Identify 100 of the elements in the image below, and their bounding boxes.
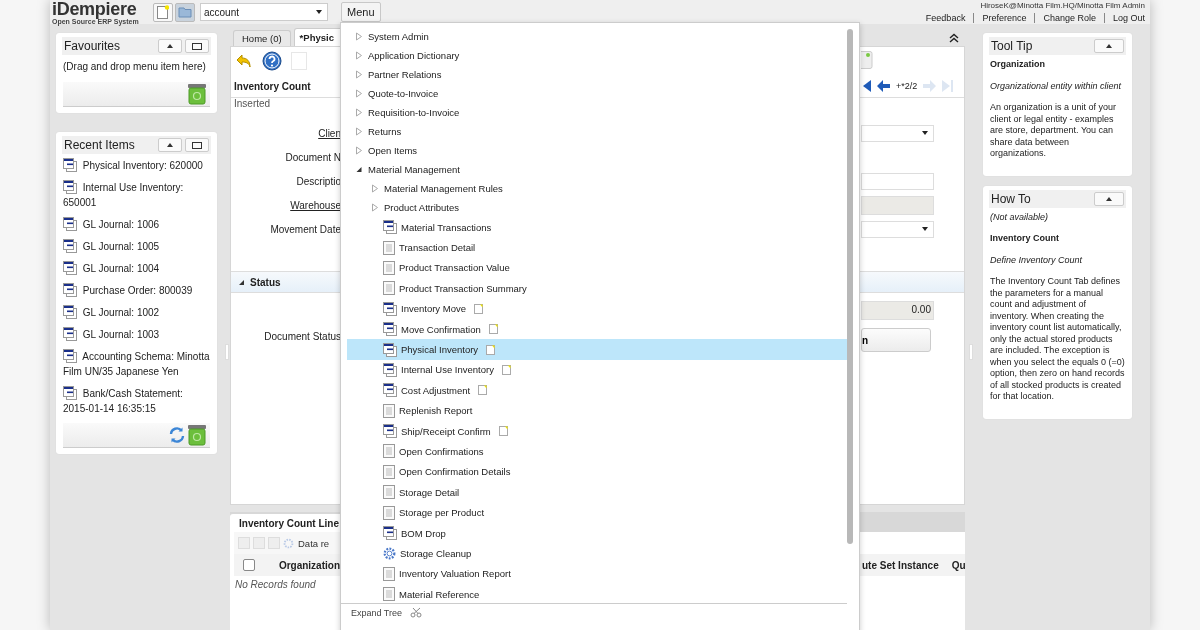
recent-item[interactable]: Bank/Cash Statement: 2015-01-14 16:35:15 <box>63 386 210 416</box>
text-field[interactable] <box>861 172 934 190</box>
expand-caret-icon[interactable] <box>355 146 363 155</box>
menu-item[interactable]: Material Reference <box>347 584 847 605</box>
undo-icon[interactable] <box>235 52 253 70</box>
menu-item[interactable]: Open Items <box>347 141 847 160</box>
previous-record-icon[interactable] <box>877 80 890 92</box>
maximize-button[interactable] <box>185 39 209 53</box>
edit-record-icon[interactable] <box>253 537 265 549</box>
expand-caret-icon[interactable] <box>355 51 363 60</box>
menu-item[interactable]: Physical Inventory <box>347 339 847 360</box>
recent-item[interactable]: Purchase Order: 800039 <box>63 283 210 298</box>
help-icon[interactable] <box>262 51 282 71</box>
header-link[interactable]: Change Role <box>1034 13 1104 23</box>
select-all-checkbox[interactable] <box>243 559 255 571</box>
menu-item[interactable]: Material Management <box>347 160 847 179</box>
gear-icon[interactable] <box>283 537 294 549</box>
expand-caret-icon[interactable] <box>355 32 363 41</box>
action-button[interactable]: n <box>861 328 931 352</box>
recycle-bin-icon[interactable] <box>187 424 207 446</box>
expand-caret-icon[interactable] <box>355 127 363 136</box>
menu-item[interactable]: Storage per Product <box>347 502 847 523</box>
collapse-button[interactable] <box>158 138 182 152</box>
expand-caret-icon[interactable] <box>355 108 363 117</box>
menu-item[interactable]: Replenish Report <box>347 400 847 421</box>
header-link[interactable]: Feedback <box>917 13 974 23</box>
menu-item[interactable]: Inventory Valuation Report <box>347 563 847 585</box>
menu-item[interactable]: Requisition-to-Invoice <box>347 103 847 122</box>
recent-item[interactable]: Internal Use Inventory: 650001 <box>63 180 210 210</box>
new-record-icon[interactable] <box>488 324 498 335</box>
new-record-icon[interactable] <box>473 303 483 314</box>
search-combobox[interactable]: account <box>200 3 328 21</box>
menu-item[interactable]: Storage Detail <box>347 482 847 503</box>
expand-caret-icon[interactable] <box>355 70 363 79</box>
menu-button[interactable]: Menu <box>341 2 381 22</box>
delete-record-icon[interactable] <box>268 537 280 549</box>
menu-item[interactable]: Internal Use Inventory <box>347 359 847 381</box>
collapse-button[interactable] <box>1094 39 1124 53</box>
field-label[interactable]: Clien <box>318 127 341 139</box>
report-icon <box>383 587 395 602</box>
collapse-button[interactable] <box>1094 191 1124 206</box>
open-folder-button[interactable] <box>175 2 195 22</box>
collapse-button[interactable] <box>158 39 182 53</box>
menu-item[interactable]: Ship/Receipt Confirm <box>347 420 847 442</box>
field-label[interactable]: Warehouse <box>290 199 341 211</box>
recent-item[interactable]: GL Journal: 1006 <box>63 217 210 232</box>
maximize-button[interactable] <box>185 138 209 152</box>
new-record-icon[interactable] <box>478 385 488 396</box>
window-icon <box>383 424 397 439</box>
menu-item[interactable]: Material Management Rules <box>347 179 847 198</box>
recycle-bin-icon[interactable] <box>187 83 207 105</box>
recent-item[interactable]: GL Journal: 1003 <box>63 327 210 342</box>
menu-item[interactable]: Product Transaction Value <box>347 257 847 279</box>
menu-item[interactable]: BOM Drop <box>347 522 847 544</box>
toolbar-icon[interactable] <box>861 51 873 69</box>
scissors-icon[interactable] <box>410 607 424 618</box>
new-record-icon[interactable] <box>486 344 496 355</box>
field-description: Organizational entity within client <box>990 80 1123 92</box>
header-link[interactable]: Log Out <box>1103 13 1145 23</box>
refresh-icon[interactable] <box>168 426 186 444</box>
new-document-button[interactable] <box>153 2 173 22</box>
collapse-caret-icon[interactable] <box>355 166 363 173</box>
scrollbar-thumb[interactable] <box>847 29 853 544</box>
new-record-icon[interactable] <box>501 364 511 375</box>
expand-caret-icon[interactable] <box>371 184 379 193</box>
menu-item[interactable]: Product Attributes <box>347 198 847 217</box>
menu-item[interactable]: Storage Cleanup <box>347 543 847 564</box>
menu-item[interactable]: Transaction Detail <box>347 237 847 258</box>
recent-item[interactable]: Accounting Schema: Minotta Film UN/35 Japanese Yen <box>63 349 210 379</box>
column-header[interactable]: Qu <box>951 559 966 571</box>
menu-item[interactable]: Open Confirmation Details <box>347 461 847 483</box>
dropdown-field[interactable] <box>861 220 934 238</box>
recent-item[interactable]: GL Journal: 1002 <box>63 305 210 320</box>
first-record-icon[interactable] <box>863 80 871 92</box>
menu-item[interactable]: Application Dictionary <box>347 46 847 65</box>
window-icon <box>383 526 397 541</box>
recent-item[interactable]: Physical Inventory: 620000 <box>63 158 210 173</box>
column-header[interactable]: ute Set Instance <box>862 559 939 571</box>
dropdown-field[interactable] <box>861 124 934 142</box>
recent-item[interactable]: GL Journal: 1004 <box>63 261 210 276</box>
menu-item[interactable]: Move Confirmation <box>347 318 847 340</box>
menu-item[interactable]: Product Transaction Summary <box>347 278 847 299</box>
recent-item[interactable]: GL Journal: 1005 <box>63 239 210 254</box>
report-icon <box>383 505 395 520</box>
new-record-icon[interactable] <box>498 426 508 437</box>
menu-item[interactable]: Partner Relations <box>347 65 847 84</box>
window-tab[interactable]: Home (0) <box>233 30 291 46</box>
menu-item[interactable]: Quote-to-Invoice <box>347 84 847 103</box>
collapse-chevrons-icon[interactable] <box>949 33 959 43</box>
menu-item[interactable]: Inventory Move <box>347 298 847 319</box>
column-header[interactable]: Organization <box>278 559 340 571</box>
section-title[interactable]: Status <box>250 276 281 288</box>
menu-item[interactable]: Open Confirmations <box>347 441 847 462</box>
report-icon <box>383 281 395 296</box>
menu-item[interactable]: Returns <box>347 122 847 141</box>
menu-item[interactable]: Cost Adjustment <box>347 380 847 401</box>
expand-caret-icon[interactable] <box>371 203 379 212</box>
header-link[interactable]: Preference <box>973 13 1035 23</box>
menu-item[interactable]: Material Transactions <box>347 217 847 238</box>
expand-caret-icon[interactable] <box>355 89 363 98</box>
